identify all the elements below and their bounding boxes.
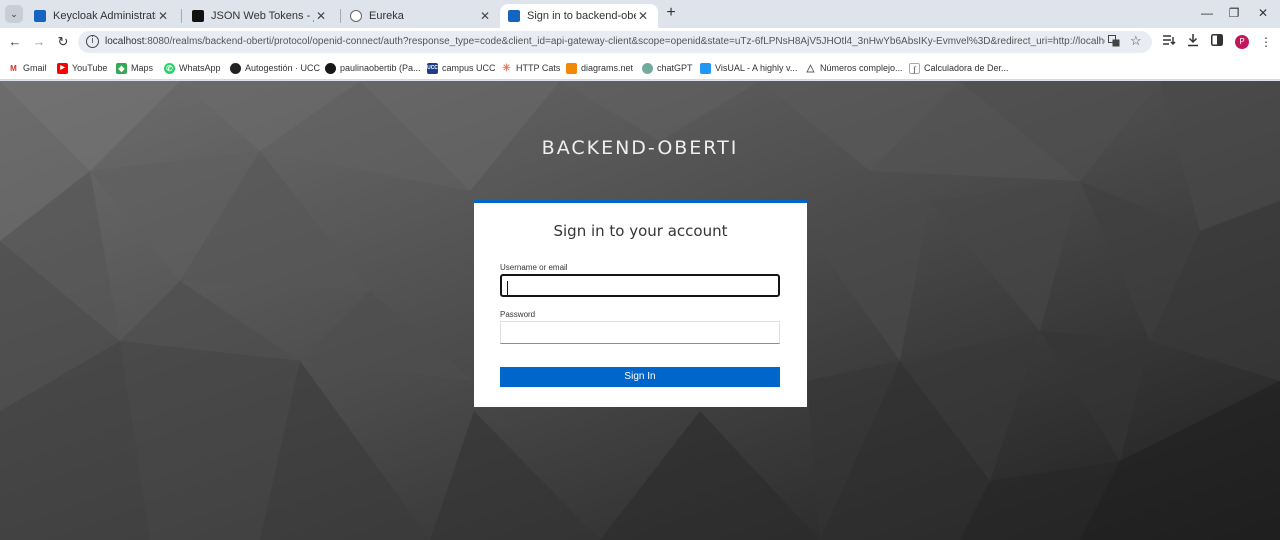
autogestion-icon [230,62,241,74]
back-arrow-icon[interactable]: ← [6,33,24,51]
bookmark-label: YouTube [72,63,108,73]
new-tab-button[interactable]: + [663,5,679,21]
bookmark-diagrams-net[interactable]: diagrams.net [566,61,633,75]
minimize-icon[interactable]: — [1200,6,1214,20]
campus-ucc-icon: UCC [427,62,438,74]
bookmark-numeros-complejos[interactable]: △ Números complejo... [805,61,903,75]
tab-divider [181,9,182,23]
numeros-complejos-icon: △ [805,62,816,74]
bookmark-autogestion-ucc[interactable]: Autogestión · UCC [230,61,320,75]
close-icon[interactable]: ✕ [314,9,328,23]
restore-icon[interactable]: ❐ [1227,6,1241,20]
tab-title: JSON Web Tokens - jwt.io [211,10,314,22]
profile-avatar[interactable]: P [1235,35,1249,49]
password-input[interactable] [500,321,780,344]
tab-title: Keycloak Administration UI [53,10,156,22]
bookmark-label: campus UCC [442,63,496,73]
login-card-title: Sign in to your account [553,222,728,240]
sign-in-button[interactable]: Sign In [500,367,780,387]
username-label: Username or email [500,263,568,272]
chatgpt-icon [642,62,653,74]
bookmark-campus-ucc[interactable]: UCC campus UCC [427,61,496,75]
bookmarks-bar: M Gmail ▶ YouTube ◆ Maps ✆ WhatsApp Autogest… [0,56,1280,80]
bookmark-calculadora[interactable]: ∫ Calculadora de Der... [909,61,1009,75]
bookmark-label: Autogestión · UCC [245,63,321,73]
password-label: Password [500,310,536,319]
gmail-icon: M [8,62,19,74]
bookmark-whatsapp[interactable]: ✆ WhatsApp [164,61,221,75]
translate-icon[interactable] [1108,35,1120,48]
side-panel-icon[interactable] [1209,33,1225,51]
reload-icon[interactable]: ↻ [54,33,72,51]
bookmark-label: Gmail [23,63,47,73]
tab-jwt-io[interactable]: JSON Web Tokens - jwt.io ✕ [184,4,336,28]
bookmark-label: chatGPT [657,63,693,73]
realm-title: BACKEND-OBERTI [541,137,739,159]
bookmark-github-paulinaobertib[interactable]: paulinaobertib (Pa... [325,61,421,75]
tab-strip: ⌄ Keycloak Administration UI ✕ JSON Web … [0,0,1280,28]
close-icon[interactable]: ✕ [156,9,170,23]
tab-title: Eureka [369,10,404,22]
tab-divider [340,9,341,23]
browser-toolbar: ← → ↻ i localhost:8080/realms/backend-ob… [0,28,1280,56]
url-path: :8080/realms/backend-oberti/protocol/ope… [144,36,1105,47]
bookmark-http-cats[interactable]: ✳ HTTP Cats [501,61,560,75]
bookmark-label: paulinaobertib (Pa... [340,63,421,73]
bookmark-chatgpt[interactable]: chatGPT [642,61,693,75]
bookmark-label: Calculadora de Der... [924,63,1009,73]
window-close-icon[interactable]: ✕ [1256,6,1270,20]
tab-title: Sign in to backend-oberti [527,10,636,22]
bookmark-youtube[interactable]: ▶ YouTube [57,61,107,75]
keycloak-favicon-icon [34,10,46,22]
forward-arrow-icon[interactable]: → [30,33,48,51]
keycloak-favicon-icon [508,10,520,22]
bookmark-label: Números complejo... [820,63,903,73]
reading-list-icon[interactable] [1161,33,1177,51]
bookmark-label: diagrams.net [581,63,634,73]
github-icon [325,62,336,74]
tab-eureka[interactable]: Eureka ✕ [342,4,500,28]
more-menu-icon[interactable]: ⋮ [1258,33,1274,51]
username-input[interactable] [500,274,780,297]
calculadora-icon: ∫ [909,62,920,74]
bookmark-star-icon[interactable]: ☆ [1130,33,1142,49]
keycloak-login-page: BACKEND-OBERTI Sign in to your account U… [0,81,1280,540]
bookmark-gmail[interactable]: M Gmail [8,61,47,75]
bookmark-label: Maps [131,63,154,73]
tab-keycloak-admin[interactable]: Keycloak Administration UI ✕ [26,4,178,28]
youtube-icon: ▶ [57,62,68,74]
bookmark-label: HTTP Cats [516,63,561,73]
close-icon[interactable]: ✕ [478,9,492,23]
maps-icon: ◆ [116,62,127,74]
text-cursor [507,281,508,295]
globe-favicon-icon [350,10,362,22]
bookmark-visual[interactable]: VisUAL - A highly v... [700,61,797,75]
bookmark-label: WhatsApp [179,63,221,73]
http-cats-icon: ✳ [501,62,512,74]
address-bar[interactable]: i localhost:8080/realms/backend-oberti/p… [78,31,1152,53]
visual-icon [700,62,711,74]
url-text[interactable]: localhost:8080/realms/backend-oberti/pro… [105,36,1105,47]
jwt-favicon-icon [192,10,204,22]
bookmark-maps[interactable]: ◆ Maps [116,61,153,75]
site-info-icon[interactable]: i [86,35,99,48]
login-card: Sign in to your account Username or emai… [474,200,807,407]
bookmark-label: VisUAL - A highly v... [715,63,798,73]
close-icon[interactable]: ✕ [636,9,650,23]
tab-sign-in-backend-oberti[interactable]: Sign in to backend-oberti ✕ [500,4,658,28]
whatsapp-icon: ✆ [164,62,175,74]
diagrams-net-icon [566,62,577,74]
download-icon[interactable] [1185,33,1201,51]
url-host: localhost [105,36,145,47]
tab-search-chevron-icon[interactable]: ⌄ [5,5,23,23]
